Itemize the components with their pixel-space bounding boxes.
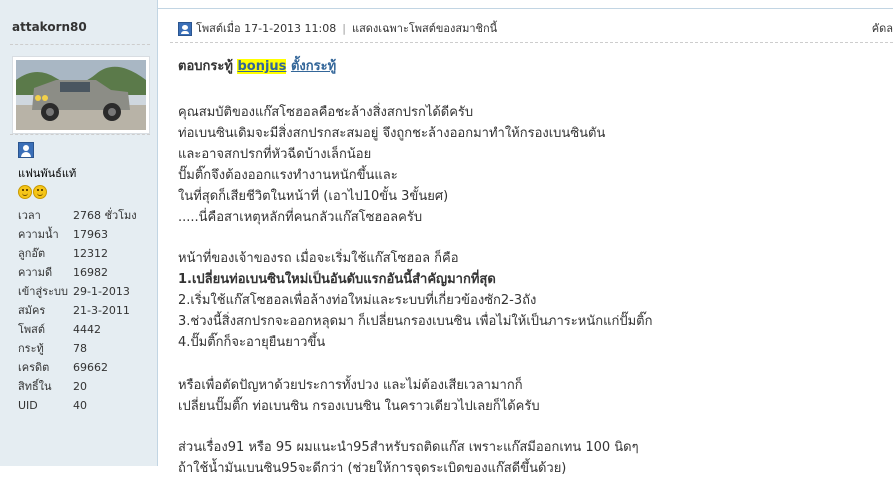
stat-value: 20 — [73, 380, 87, 393]
text-line: 3.ช่วงนี้สิ่งสกปรกจะออกหลุดมา ก็เปลี่ยนก… — [178, 314, 653, 329]
stat-label: สิทธิ์ใน — [18, 380, 52, 393]
text-line: 4.ปั๊มติ๊กก็จะอายุยืนยาวขึ้น — [178, 335, 326, 350]
stat-row: ความดี 16982 — [18, 263, 153, 282]
user-group-icon — [18, 142, 34, 158]
reply-prefix: ตอบกระทู้ — [178, 59, 233, 74]
stat-value: 40 — [73, 399, 87, 412]
separator: | — [342, 22, 346, 35]
stat-row: เข้าสู่ระบบ 29-1-2013 — [18, 282, 153, 301]
divider — [170, 42, 893, 43]
paragraph: หรือเพื่อตัดปัญหาด้วยประการทั้งปวง และไม… — [178, 375, 878, 417]
text-line: ท่อเบนซินเดิมจะมีสิ่งสกปรกสะสมอยู่ จึงถู… — [178, 126, 606, 141]
stat-label: ความดี — [18, 266, 53, 279]
post-meta-bar: โพสต์เมื่อ 17-1-2013 11:08 | แสดงเฉพาะโพสต… — [178, 20, 497, 38]
author-sidebar: attakorn80 แฟนพันธ์แท้ เวลา 2768 ชั่วโมง … — [0, 0, 158, 466]
reply-thread-link[interactable]: ตั้งกระทู้ — [291, 59, 336, 74]
stat-label: กระทู้ — [18, 342, 44, 355]
smiley-icon — [18, 185, 32, 199]
text-line: ในที่สุดก็เสียชีวิตในหน้าที่ (เอาไป10ขั้… — [178, 189, 449, 204]
stat-label: เวลา — [18, 209, 41, 222]
post-timestamp: โพสต์เมื่อ 17-1-2013 11:08 — [196, 22, 337, 35]
text-line: .....นี่คือสาเหตุหลักที่คนกลัวแก๊สโซฮอลค… — [178, 210, 423, 225]
stat-value: 29-1-2013 — [73, 285, 130, 298]
author-stats: เวลา 2768 ชั่วโมง ความน้ำ 17963 ลูกอ๊ต 1231… — [18, 206, 153, 415]
stat-row: สิทธิ์ใน 20 — [18, 377, 153, 396]
post-content: ตอบกระทู้ bonjus ตั้งกระทู้ คุณสมบัติของ… — [178, 54, 878, 479]
stat-value: 21-3-2011 — [73, 304, 130, 317]
stat-row: สมัคร 21-3-2011 — [18, 301, 153, 320]
stat-value[interactable]: 69662 — [73, 361, 108, 374]
text-line-bold: 1.เปลี่ยนท่อเบนซินใหม่เป็นอันดับแรกอันนี… — [178, 272, 496, 287]
text-line: หน้าที่ของเจ้าของรถ เมื่อจะเริ่มใช้แก๊สโ… — [178, 251, 459, 266]
stat-label: UID — [18, 399, 38, 412]
stat-value[interactable]: 4442 — [73, 323, 101, 336]
paragraph: คุณสมบัติของแก๊สโซฮอลคือชะล้างสิ่งสกปรกไ… — [178, 102, 878, 228]
stat-value[interactable]: 2768 ชั่วโมง — [73, 209, 137, 222]
stat-label: ความน้ำ — [18, 228, 59, 241]
post-main: โพสต์เมื่อ 17-1-2013 11:08 | แสดงเฉพาะโพสต… — [158, 0, 893, 476]
text-line: หรือเพื่อตัดปัญหาด้วยประการทั้งปวง และไม… — [178, 378, 523, 393]
reply-user-link[interactable]: bonjus — [237, 59, 287, 74]
stat-row: UID 40 — [18, 396, 153, 415]
user-group-label: แฟนพันธ์แท้ — [18, 167, 77, 180]
stat-label: เข้าสู่ระบบ — [18, 285, 68, 298]
stat-row: เครดิต 69662 — [18, 358, 153, 377]
stat-value[interactable]: 17963 — [73, 228, 108, 241]
text-line: ปั๊มติ๊กจึงต้องออกแรงทำงานหนักขึ้นและ — [178, 168, 398, 183]
online-status-icon — [178, 22, 192, 36]
avatar[interactable] — [12, 56, 150, 134]
author-username[interactable]: attakorn80 — [12, 20, 87, 34]
stat-label: สมัคร — [18, 304, 46, 317]
text-line: และอาจสกปรกที่หัวฉีดบ้างเล็กน้อย — [178, 147, 372, 162]
rank-stars — [18, 185, 48, 202]
stat-label: เครดิต — [18, 361, 50, 374]
stat-label: ลูกอ๊ต — [18, 247, 46, 260]
divider — [158, 8, 893, 9]
stat-value[interactable]: 78 — [73, 342, 87, 355]
text-line: เปลี่ยนปั๊มติ๊ก ท่อเบนซิน กรองเบนซิน ในค… — [178, 399, 540, 414]
reply-quote-header: ตอบกระทู้ bonjus ตั้งกระทู้ — [178, 54, 878, 80]
divider — [10, 44, 150, 45]
divider — [10, 134, 150, 135]
stat-row: กระทู้ 78 — [18, 339, 153, 358]
text-line: 2.เริ่มใช้แก๊สโซฮอลเพื่อล้างท่อใหม่และระ… — [178, 293, 537, 308]
avatar-image — [16, 60, 146, 130]
paragraph: ส่วนเรื่อง91 หรือ 95 ผมแนะนำ95สำหรับรถติ… — [178, 437, 878, 479]
stat-label: โพสต์ — [18, 323, 46, 336]
stat-value[interactable]: 12312 — [73, 247, 108, 260]
stat-row: ลูกอ๊ต 12312 — [18, 244, 153, 263]
text-line: ส่วนเรื่อง91 หรือ 95 ผมแนะนำ95สำหรับรถติ… — [178, 440, 639, 455]
stat-row: โพสต์ 4442 — [18, 320, 153, 339]
print-link[interactable]: คัดล — [872, 20, 893, 38]
stat-value[interactable]: 16982 — [73, 266, 108, 279]
text-line: คุณสมบัติของแก๊สโซฮอลคือชะล้างสิ่งสกปรกไ… — [178, 105, 474, 120]
stat-row: ความน้ำ 17963 — [18, 225, 153, 244]
only-author-link[interactable]: แสดงเฉพาะโพสต์ของสมาชิกนี้ — [352, 22, 497, 35]
stat-row: เวลา 2768 ชั่วโมง — [18, 206, 153, 225]
smiley-icon — [33, 185, 47, 199]
text-line: ถ้าใช้น้ำมันเบนซิน95จะดีกว่า (ช่วยให้การ… — [178, 461, 567, 476]
paragraph: หน้าที่ของเจ้าของรถ เมื่อจะเริ่มใช้แก๊สโ… — [178, 248, 878, 353]
